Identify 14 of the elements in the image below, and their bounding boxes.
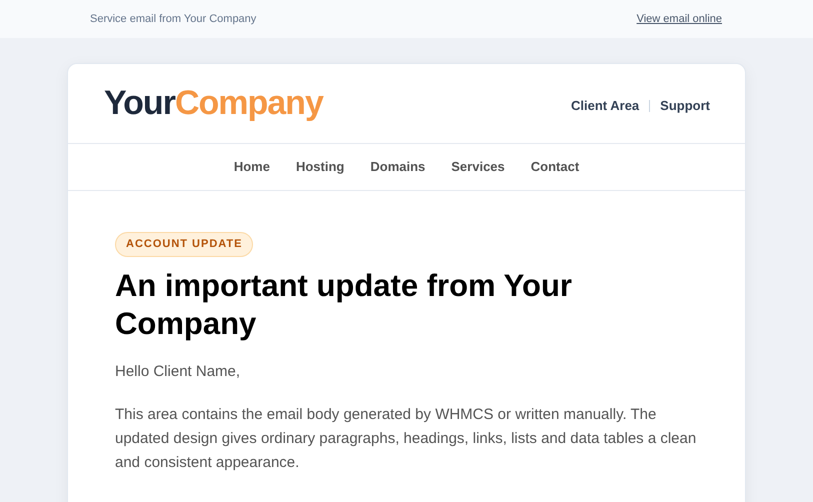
nav-link[interactable]: Home [234, 157, 270, 177]
body-paragraph: This area contains the email body generated by WHMCS or written manually. The updated design gives ordinary paragraphs, headings, links, lists and data tables a clean and consistent appearance. [115, 405, 698, 473]
nav-link[interactable]: Domains [370, 157, 426, 177]
nav-link[interactable]: Hosting [296, 157, 344, 177]
preheader-text: Service email from Your Company [90, 12, 256, 27]
category-badge: ACCOUNT UPDATE [115, 232, 254, 257]
header-link[interactable]: Client Area [571, 96, 640, 116]
email-title: An important update from Your Company [115, 267, 573, 343]
nav-link[interactable]: Contact [530, 157, 580, 177]
nav-link[interactable]: Services [451, 157, 505, 177]
header-link[interactable]: Support [660, 96, 710, 116]
view-online-link[interactable]: View email online [636, 10, 722, 28]
body-paragraph: Hello Client Name, [115, 362, 242, 382]
company-logo: YourCompany [104, 86, 323, 122]
